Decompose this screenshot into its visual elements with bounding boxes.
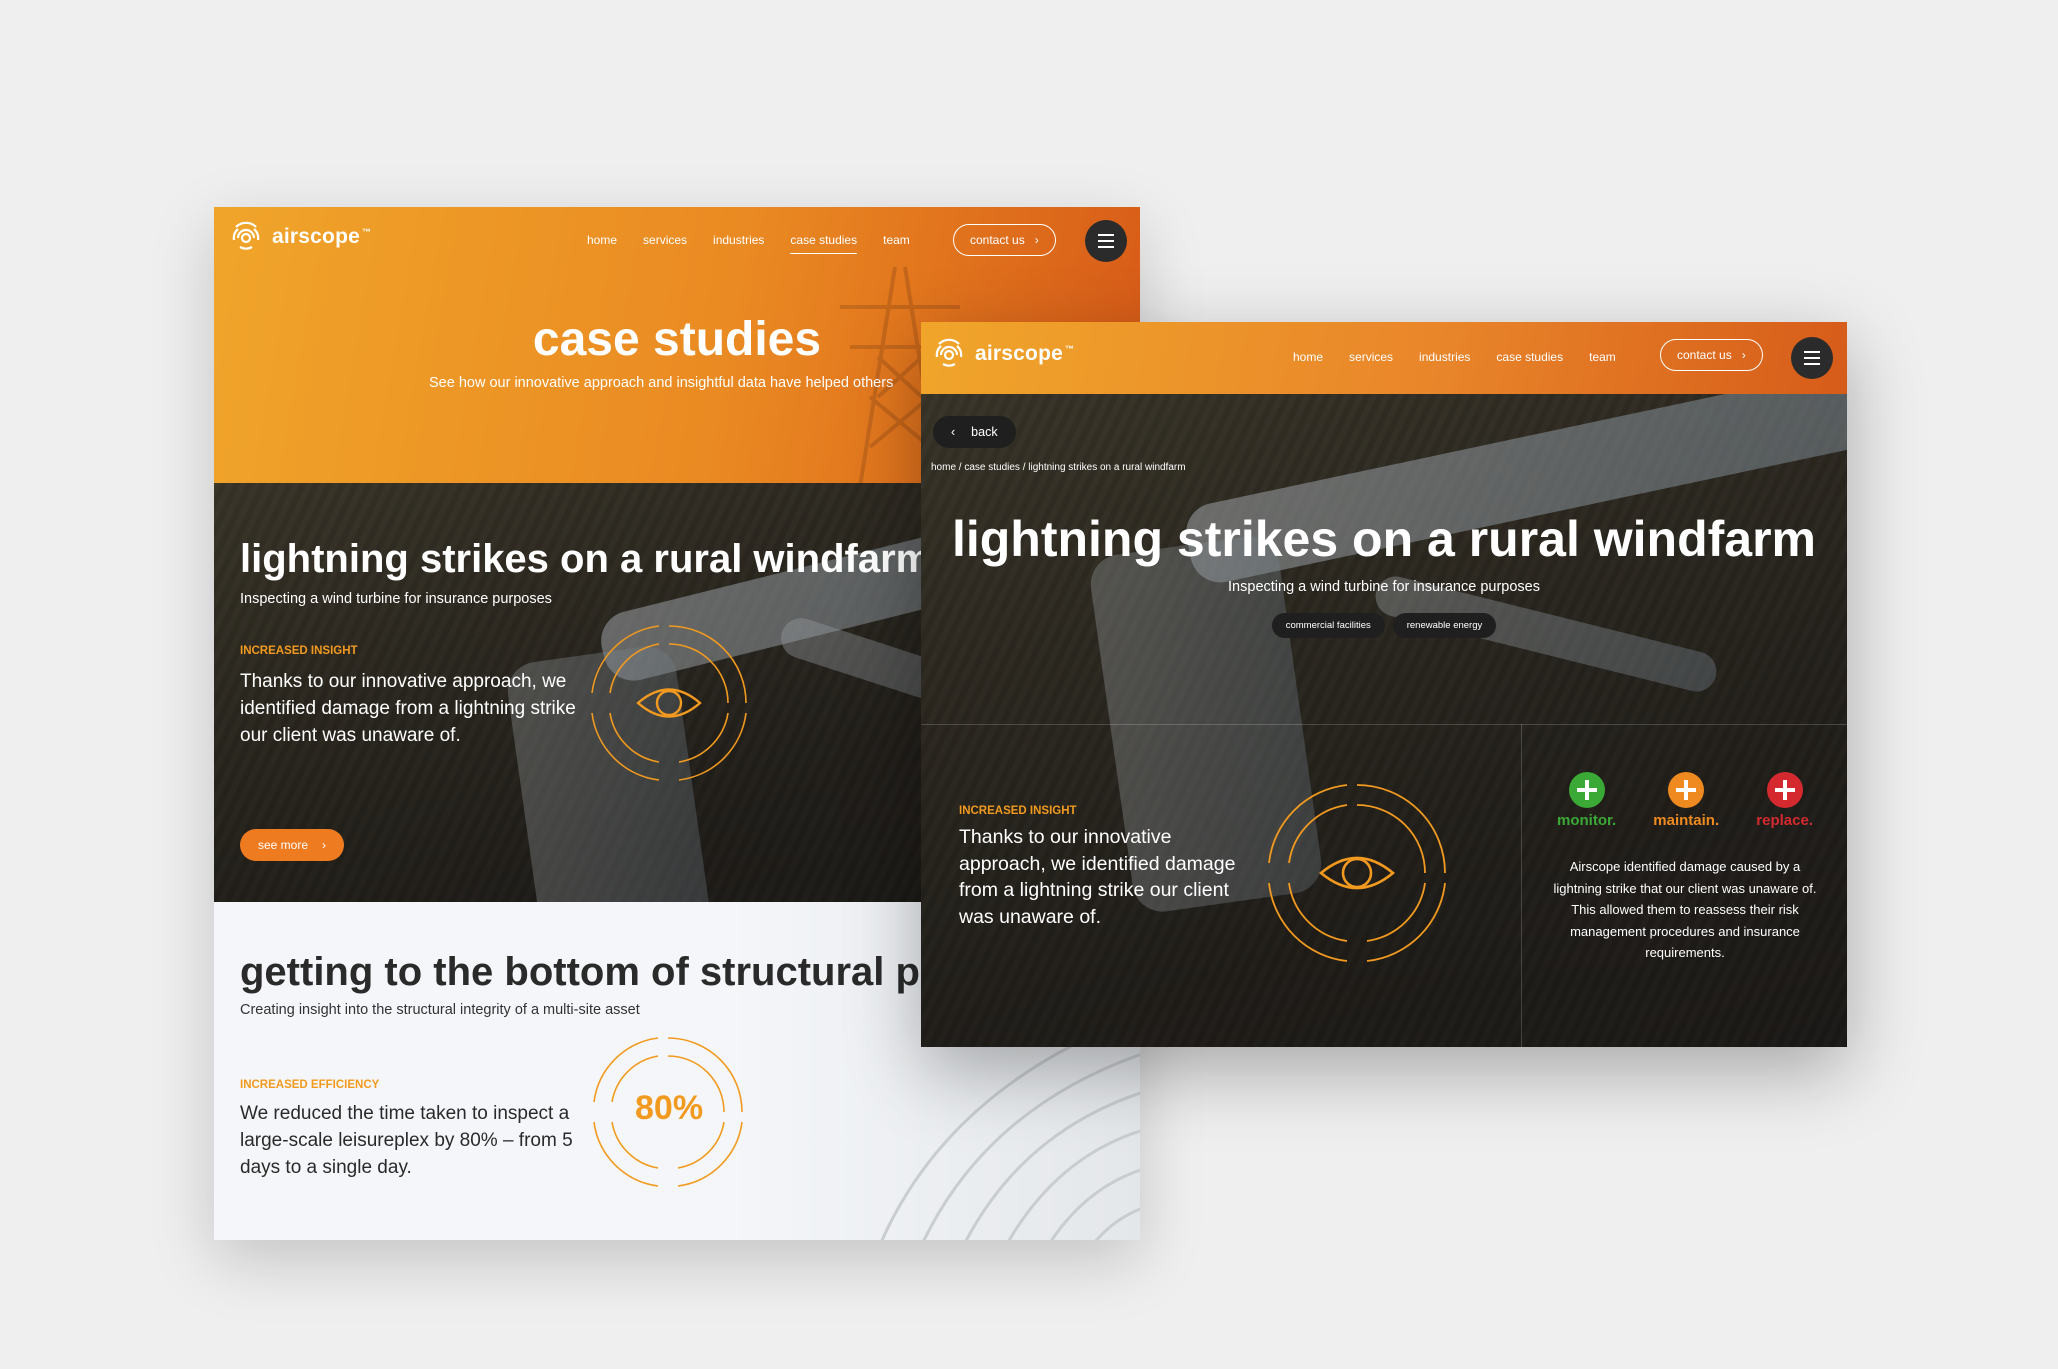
case-kicker: INCREASED INSIGHT: [240, 645, 358, 657]
nav-item-team[interactable]: team: [883, 233, 910, 247]
main-nav: home services industries case studies te…: [1293, 350, 1642, 364]
main-nav: home services industries case studies te…: [587, 233, 936, 254]
menu-icon-line: [1804, 351, 1820, 353]
tag-list: commercial facilities renewable energy: [921, 613, 1847, 638]
column-divider: [1521, 724, 1522, 1047]
menu-icon-line: [1098, 234, 1114, 236]
case-body: We reduced the time taken to inspect a l…: [240, 1103, 573, 1178]
action-monitor[interactable]: monitor.: [1557, 772, 1616, 829]
eye-icon: [591, 625, 747, 781]
nav-item-services[interactable]: services: [1349, 350, 1393, 364]
see-more-label: see more: [258, 838, 309, 852]
nav-item-case-studies[interactable]: case studies: [790, 233, 857, 254]
nav-item-industries[interactable]: industries: [1419, 350, 1470, 364]
insight-kicker: INCREASED INSIGHT: [959, 805, 1077, 817]
nav-item-services[interactable]: services: [643, 233, 687, 247]
insight-body: Thanks to our innovative approach, we id…: [959, 826, 1236, 928]
insight-description: Airscope identified damage caused by a l…: [1553, 859, 1817, 960]
chevron-right-icon: ›: [322, 838, 327, 852]
page-subtitle: Inspecting a wind turbine for insurance …: [1228, 579, 1540, 595]
nav-item-team[interactable]: team: [1589, 350, 1616, 364]
menu-button[interactable]: [1085, 220, 1127, 262]
back-button[interactable]: ‹ back: [933, 416, 1016, 448]
plus-icon: [1766, 772, 1803, 808]
chevron-right-icon: ›: [1741, 348, 1746, 362]
contact-us-button[interactable]: contact us ›: [953, 224, 1056, 256]
detail-header: airscope ™ home services industries case…: [921, 322, 1847, 394]
menu-icon-line: [1098, 240, 1114, 242]
menu-icon-line: [1098, 246, 1114, 248]
tag-commercial-facilities[interactable]: commercial facilities: [1271, 613, 1385, 638]
airscope-logo-icon: [232, 221, 260, 250]
case-subtitle: Inspecting a wind turbine for insurance …: [240, 591, 552, 607]
chevron-left-icon: ‹: [951, 425, 956, 439]
back-label: back: [971, 425, 998, 439]
brand-wordmark: airscope: [272, 225, 360, 248]
page-title: lightning strikes on a rural windfarm: [951, 511, 1816, 567]
breadcrumb[interactable]: home / case studies / lightning strikes …: [931, 462, 1186, 473]
menu-icon-line: [1804, 357, 1820, 359]
contact-us-label: contact us: [970, 233, 1025, 247]
case-study-detail-page: airscope ™ home services industries case…: [921, 322, 1847, 1047]
case-title: getting to the bottom of structural p: [240, 950, 920, 994]
plus-icon: [1568, 772, 1605, 808]
case-body: Thanks to our innovative approach, we id…: [240, 671, 576, 746]
brand-logo[interactable]: airscope ™: [228, 219, 371, 255]
brand-trademark: ™: [361, 227, 371, 237]
action-label: monitor.: [1557, 812, 1617, 829]
contact-us-button[interactable]: contact us ›: [1660, 339, 1763, 371]
action-label: replace.: [1756, 812, 1813, 829]
case-kicker: INCREASED EFFICIENCY: [240, 1079, 380, 1091]
case-subtitle: Creating insight into the structural int…: [240, 1002, 640, 1018]
tag-renewable-energy[interactable]: renewable energy: [1392, 613, 1497, 638]
nav-item-case-studies[interactable]: case studies: [1496, 350, 1563, 364]
plus-icon: [1668, 772, 1705, 808]
brand-trademark: ™: [1064, 344, 1074, 354]
chevron-right-icon: ›: [1034, 233, 1039, 247]
brand-wordmark: airscope: [975, 342, 1063, 365]
menu-icon-line: [1804, 363, 1820, 365]
action-replace[interactable]: replace.: [1756, 772, 1813, 829]
brand-logo[interactable]: airscope ™: [931, 336, 1074, 372]
section-divider: [921, 724, 1847, 725]
nav-item-home[interactable]: home: [587, 233, 617, 247]
contact-us-label: contact us: [1677, 348, 1732, 362]
stat-value: 80%: [635, 1089, 704, 1127]
page-subtitle: See how our innovative approach and insi…: [429, 375, 894, 391]
action-maintain[interactable]: maintain.: [1653, 772, 1719, 829]
case-title: lightning strikes on a rural windfarm: [240, 537, 932, 581]
airscope-logo-icon: [935, 338, 963, 367]
action-label: maintain.: [1653, 812, 1720, 829]
nav-item-home[interactable]: home: [1293, 350, 1323, 364]
see-more-button[interactable]: see more ›: [240, 829, 345, 861]
eye-icon: [1268, 784, 1446, 962]
menu-button[interactable]: [1791, 337, 1833, 379]
nav-item-industries[interactable]: industries: [713, 233, 764, 247]
action-list: monitor. maintain. replace.: [1557, 772, 1813, 829]
